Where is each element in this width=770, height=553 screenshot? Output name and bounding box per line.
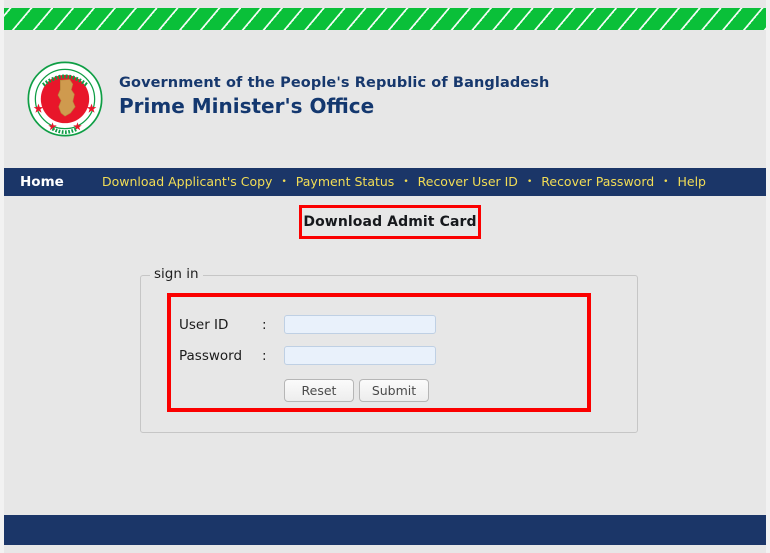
form-row-password: Password : xyxy=(179,340,436,371)
nav-item-help[interactable]: Help xyxy=(671,168,712,196)
nav-item-home[interactable]: Home xyxy=(14,168,70,196)
bangladesh-government-emblem-icon xyxy=(26,60,104,138)
password-colon: : xyxy=(262,347,267,364)
nav-separator-bullet-icon: • xyxy=(403,177,409,187)
office-line: Prime Minister's Office xyxy=(119,94,375,118)
main-content: Download Admit Card sign in User ID : Pa… xyxy=(4,196,766,515)
main-navigation-bar: Home Download Applicant's Copy • Payment… xyxy=(4,168,766,196)
submit-button[interactable]: Submit xyxy=(359,378,429,402)
user-id-colon: : xyxy=(262,316,267,333)
reset-button[interactable]: Reset xyxy=(284,378,354,402)
government-line: Government of the People's Republic of B… xyxy=(119,75,550,91)
nav-separator-bullet-icon: • xyxy=(281,177,287,187)
nav-links-group: Download Applicant's Copy • Payment Stat… xyxy=(96,168,712,196)
form-button-row: Reset Submit xyxy=(179,374,436,406)
user-id-label: User ID xyxy=(179,316,229,333)
nav-item-payment-status[interactable]: Payment Status xyxy=(290,168,401,196)
site-header: Government of the People's Republic of B… xyxy=(4,30,766,168)
nav-item-recover-password[interactable]: Recover Password xyxy=(535,168,660,196)
header-title-block: Government of the People's Republic of B… xyxy=(119,74,549,119)
site-footer xyxy=(4,515,766,545)
password-input[interactable] xyxy=(284,346,436,365)
nav-item-recover-user-id[interactable]: Recover User ID xyxy=(412,168,524,196)
page-title: Download Admit Card xyxy=(303,214,477,230)
user-id-input[interactable] xyxy=(284,315,436,334)
page-root: Government of the People's Republic of B… xyxy=(4,0,766,553)
sign-in-form: User ID : Password : Reset Submit xyxy=(179,309,436,406)
password-label: Password xyxy=(179,347,243,364)
sign-in-legend: sign in xyxy=(150,266,203,282)
nav-separator-bullet-icon: • xyxy=(663,177,669,187)
decorative-green-stripe-band xyxy=(4,8,766,30)
form-row-user-id: User ID : xyxy=(179,309,436,340)
nav-item-download-applicants-copy[interactable]: Download Applicant's Copy xyxy=(96,168,278,196)
nav-separator-bullet-icon: • xyxy=(526,177,533,187)
page-title-annotation-box: Download Admit Card xyxy=(299,205,481,239)
